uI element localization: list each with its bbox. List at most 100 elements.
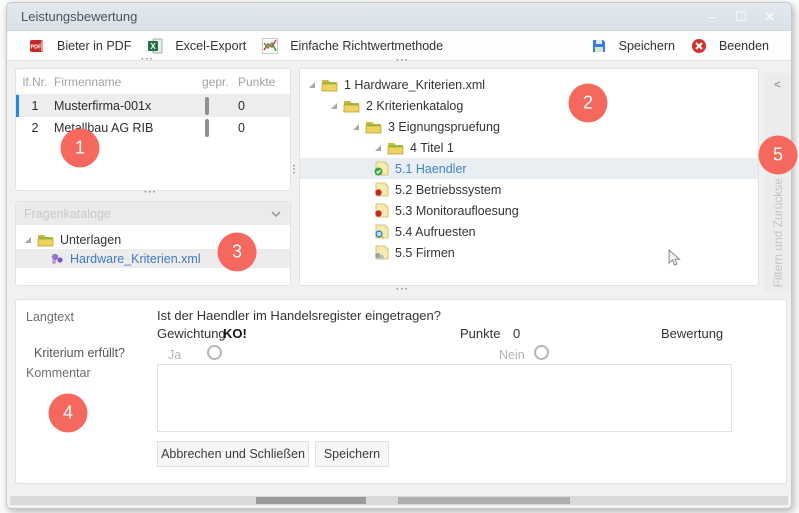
tree-node-label: 5.1 Haendler bbox=[395, 162, 467, 176]
expander-icon[interactable] bbox=[24, 236, 33, 244]
expander-icon[interactable] bbox=[308, 81, 317, 89]
tree-node-aufruesten[interactable]: 5.4 Aufruesten bbox=[300, 221, 758, 242]
tree-node-haendler[interactable]: 5.1 Haendler bbox=[300, 158, 758, 179]
criteria-tree-panel: 1 Hardware_Kriterien.xml 2 Kriterienkata… bbox=[299, 68, 759, 286]
table-row-bidder-1[interactable]: 1 Musterfirma-001x 0 bbox=[16, 95, 290, 117]
langtext-label: Langtext bbox=[26, 310, 74, 324]
toolbar-right: Speichern Beenden bbox=[583, 35, 777, 57]
tree-node-label: 5.4 Aufruesten bbox=[395, 225, 476, 239]
criterion-pending-icon bbox=[374, 182, 389, 197]
langtext-value: Ist der Haendler im Handelsregister eing… bbox=[157, 308, 441, 323]
tree-node-titel-1[interactable]: 4 Titel 1 bbox=[300, 137, 758, 158]
fk-node-label: Unterlagen bbox=[60, 233, 121, 247]
annotation-callout-4: 4 bbox=[49, 394, 88, 433]
gepr-checkbox[interactable] bbox=[205, 119, 209, 137]
tree-node-betriebssystem[interactable]: 5.2 Betriebssystem bbox=[300, 179, 758, 200]
gepr-cell bbox=[202, 99, 238, 113]
table-row-bidder-2[interactable]: 2 Metallbau AG RIB 0 bbox=[16, 117, 290, 139]
filter-side-tab-label: Filtern und Zurückse bbox=[771, 178, 785, 287]
col-header-punkte[interactable]: Punkte bbox=[238, 75, 282, 89]
bidder-nr: 1 bbox=[16, 99, 54, 113]
bieter-in-pdf-label: Bieter in PDF bbox=[57, 39, 131, 53]
abbrechen-button[interactable]: Abbrechen und Schließen bbox=[157, 441, 309, 467]
excel-icon: X bbox=[147, 38, 163, 54]
fragenkataloge-header[interactable]: Fragenkataloge bbox=[16, 202, 290, 225]
window-controls: – ☐ ✕ bbox=[701, 7, 781, 27]
criterion-detail-panel: Langtext Ist der Haendler im Handelsregi… bbox=[15, 299, 787, 484]
speichern-form-button[interactable]: Speichern bbox=[315, 441, 389, 467]
bieter-in-pdf-button[interactable]: PDF Bieter in PDF bbox=[21, 35, 139, 57]
bidder-punkte: 0 bbox=[238, 99, 282, 113]
speichern-label: Speichern bbox=[619, 39, 675, 53]
tree-node-hardware-kriterien[interactable]: 1 Hardware_Kriterien.xml bbox=[300, 74, 758, 95]
bidder-nr: 2 bbox=[16, 121, 54, 135]
folder-icon bbox=[387, 141, 404, 155]
nein-radio[interactable] bbox=[534, 345, 549, 360]
col-header-lfnr[interactable]: lf.Nr. bbox=[16, 75, 54, 89]
horizontal-scrollbar[interactable] bbox=[10, 496, 788, 505]
annotation-callout-3: 3 bbox=[218, 233, 257, 272]
close-button[interactable]: ✕ bbox=[759, 7, 781, 27]
annotation-callout-2: 2 bbox=[569, 84, 608, 123]
folder-icon bbox=[343, 99, 360, 113]
punkte-value: 0 bbox=[513, 326, 520, 341]
tree-node-label: 5.5 Firmen bbox=[395, 246, 455, 260]
scrollbar-thumb[interactable] bbox=[398, 497, 570, 504]
folder-icon bbox=[365, 120, 382, 134]
beenden-button[interactable]: Beenden bbox=[683, 35, 777, 57]
minimize-button[interactable]: – bbox=[701, 7, 723, 27]
tree-node-monitoraufloesung[interactable]: 5.3 Monitoraufloesung bbox=[300, 200, 758, 221]
gepr-checkbox[interactable] bbox=[205, 97, 209, 115]
criterion-ok-icon bbox=[374, 161, 389, 176]
excel-export-button[interactable]: X Excel-Export bbox=[139, 35, 254, 57]
splitter-grip[interactable]: ··· bbox=[144, 190, 157, 196]
splitter-grip-vertical[interactable]: ⋮ bbox=[289, 168, 299, 171]
ja-label: Ja bbox=[168, 348, 181, 362]
splitter-grip[interactable]: ··· bbox=[396, 58, 409, 64]
col-header-gepr[interactable]: gepr. bbox=[202, 75, 238, 89]
chevron-down-icon bbox=[270, 210, 282, 218]
expander-icon[interactable] bbox=[352, 123, 361, 131]
scrollbar-thumb[interactable] bbox=[256, 497, 366, 504]
speichern-button[interactable]: Speichern bbox=[583, 35, 683, 57]
svg-text:PDF: PDF bbox=[31, 44, 43, 50]
tree-node-label: 2 Kriterienkatalog bbox=[366, 99, 463, 113]
excel-export-label: Excel-Export bbox=[175, 39, 246, 53]
svg-text:X: X bbox=[151, 42, 157, 51]
window-title: Leistungsbewertung bbox=[21, 9, 137, 24]
bidders-table-panel: lf.Nr. Firmenname gepr. Punkte 1 Musterf… bbox=[15, 68, 291, 191]
tree-node-label: 1 Hardware_Kriterien.xml bbox=[344, 78, 485, 92]
fk-node-label: Hardware_Kriterien.xml bbox=[70, 252, 201, 266]
col-header-firmenname[interactable]: Firmenname bbox=[54, 75, 202, 89]
gepr-cell bbox=[202, 121, 238, 135]
richtwertmethode-button[interactable]: Einfache Richtwertmethode bbox=[254, 35, 451, 57]
expander-icon[interactable] bbox=[374, 144, 383, 152]
kommentar-label: Kommentar bbox=[26, 366, 91, 380]
folder-icon bbox=[321, 78, 338, 92]
mouse-cursor-icon bbox=[668, 249, 682, 267]
tree-node-eignungspruefung[interactable]: 3 Eignungspruefung bbox=[300, 116, 758, 137]
criterion-pending-icon bbox=[374, 203, 389, 218]
criterion-group-icon bbox=[374, 245, 389, 260]
ja-radio[interactable] bbox=[207, 345, 222, 360]
title-bar: Leistungsbewertung – ☐ ✕ bbox=[7, 3, 791, 31]
filter-side-tab[interactable]: < Filtern und Zurückse bbox=[764, 73, 791, 293]
splitter-grip[interactable]: ··· bbox=[141, 57, 154, 63]
folder-icon bbox=[37, 233, 54, 247]
chevron-left-icon[interactable]: < bbox=[774, 79, 780, 91]
tree-node-label: 4 Titel 1 bbox=[410, 141, 454, 155]
expander-icon[interactable] bbox=[330, 102, 339, 110]
tree-node-label: 3 Eignungspruefung bbox=[388, 120, 500, 134]
tree-node-firmen[interactable]: 5.5 Firmen bbox=[300, 242, 758, 263]
chart-icon bbox=[262, 38, 278, 54]
tree-node-kriterienkatalog[interactable]: 2 Kriterienkatalog bbox=[300, 95, 758, 116]
splitter-grip[interactable]: ··· bbox=[396, 287, 409, 293]
kommentar-input[interactable] bbox=[157, 364, 732, 432]
bidders-table-header: lf.Nr. Firmenname gepr. Punkte bbox=[16, 69, 290, 95]
beenden-label: Beenden bbox=[719, 39, 769, 53]
xml-file-icon bbox=[50, 252, 64, 265]
screen: Leistungsbewertung – ☐ ✕ PDF Bieter in P… bbox=[0, 0, 799, 513]
maximize-button[interactable]: ☐ bbox=[730, 7, 752, 27]
quit-icon bbox=[691, 38, 707, 54]
richtwertmethode-label: Einfache Richtwertmethode bbox=[290, 39, 443, 53]
